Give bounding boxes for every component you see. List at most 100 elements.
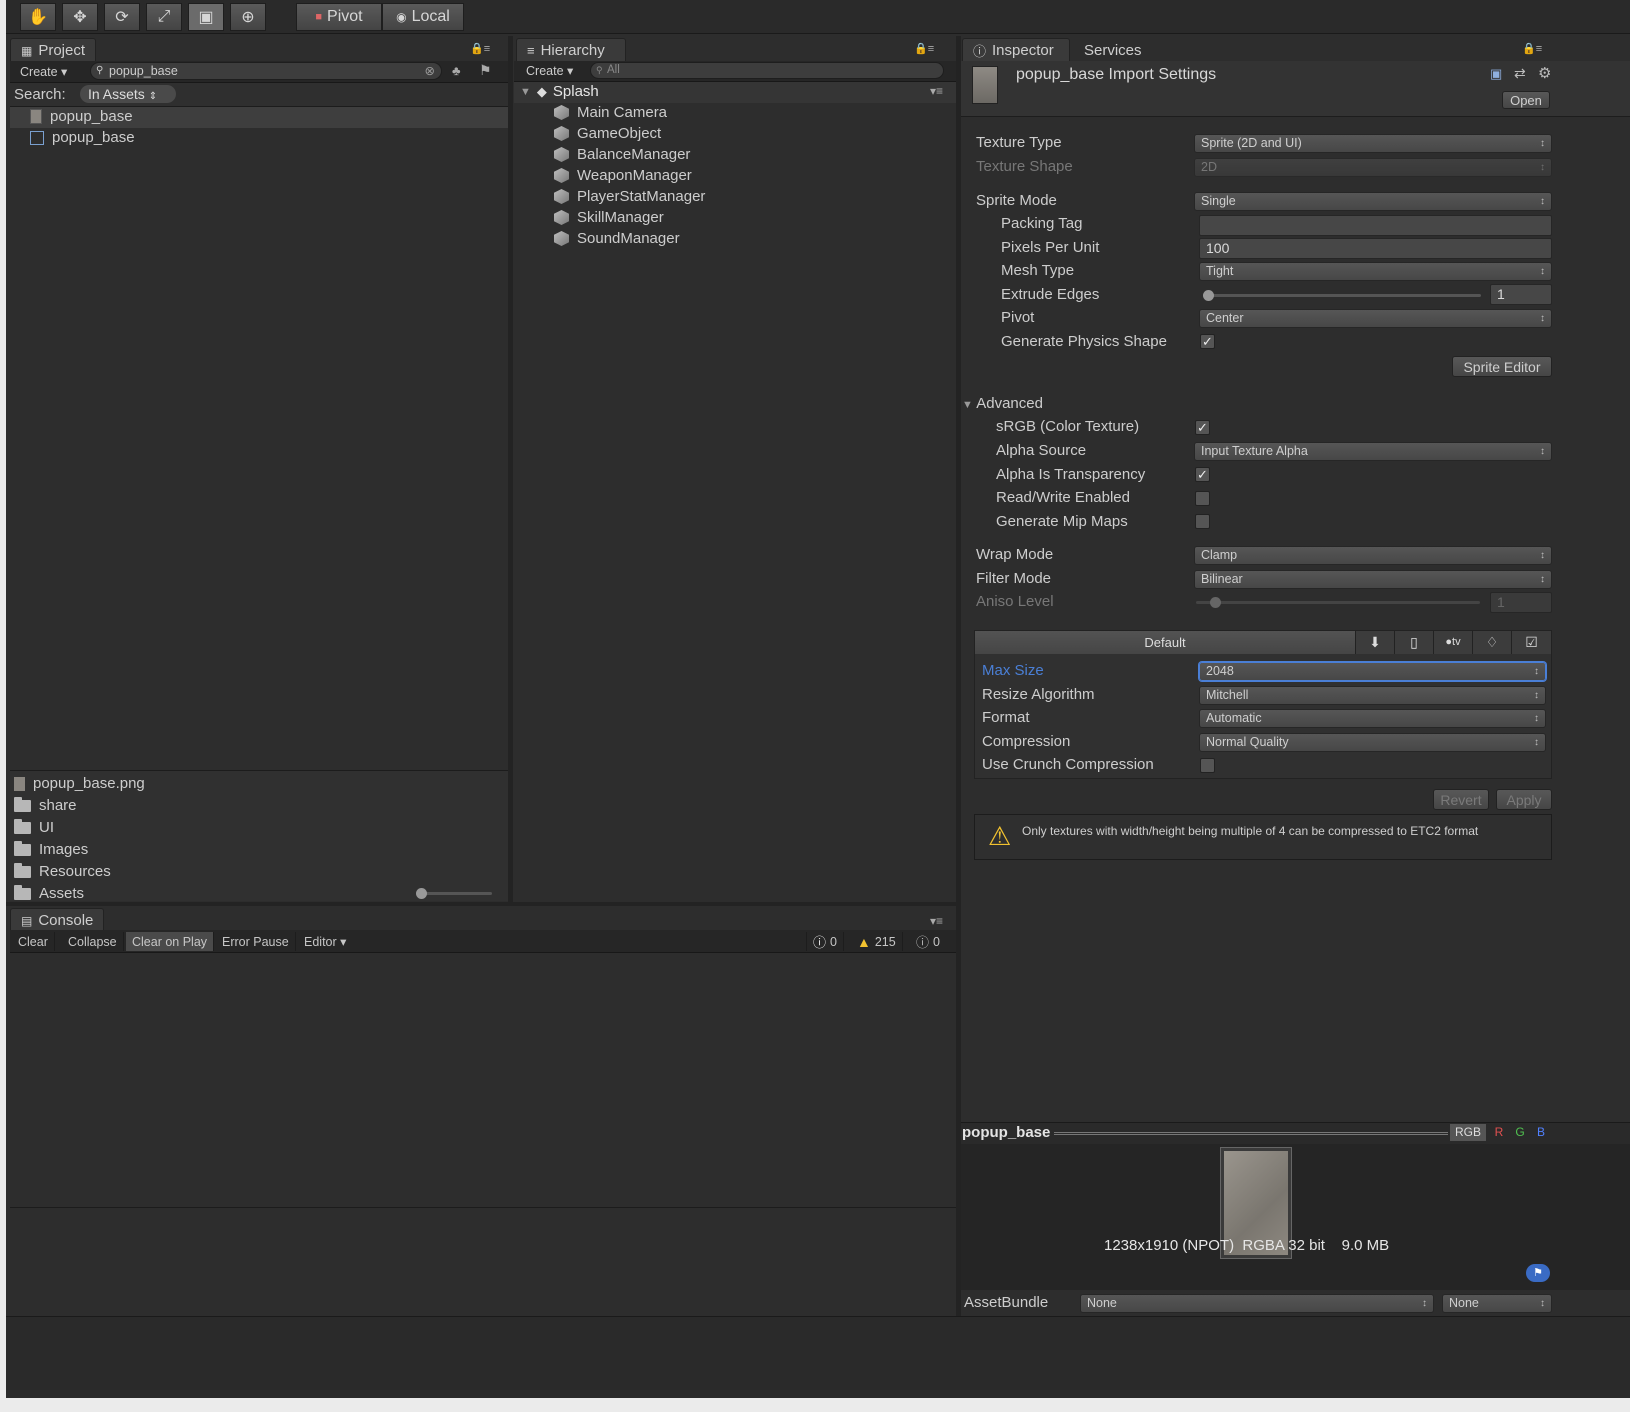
path-item-images[interactable]: Images (14, 840, 88, 858)
panel-splitter-1[interactable] (508, 36, 513, 902)
open-button[interactable]: Open (1502, 91, 1550, 109)
hierarchy-item[interactable]: WeaponManager (554, 167, 692, 184)
pivot-dropdown[interactable]: Center (1199, 309, 1552, 328)
platform-tab-android[interactable]: ♢ (1472, 631, 1511, 654)
move-tool-button[interactable]: ✥ (62, 3, 98, 31)
tab-console[interactable]: ▤ Console (10, 908, 104, 932)
search-scope-dropdown[interactable]: In Assets ⇕ (80, 85, 176, 103)
alpha-transparency-checkbox[interactable]: ✓ (1195, 467, 1210, 482)
rotate-tool-button[interactable]: ⟳ (104, 3, 140, 31)
platform-tab-ios[interactable]: ▯ (1394, 631, 1433, 654)
console-warnings-toggle[interactable]: ▲ 215 (851, 932, 903, 951)
aniso-level-slider (1196, 597, 1480, 608)
filter-by-type-icon[interactable]: ♣ (452, 63, 461, 78)
filter-by-label-icon[interactable]: ⚑ (479, 62, 492, 79)
mip-maps-checkbox[interactable] (1195, 514, 1210, 529)
path-item-assets[interactable]: Assets (14, 884, 84, 902)
rect-tool-button[interactable]: ▣ (188, 3, 224, 31)
max-size-dropdown[interactable]: 2048 (1199, 662, 1546, 681)
hierarchy-item[interactable]: BalanceManager (554, 146, 690, 163)
console-clear-button[interactable]: Clear (12, 932, 55, 951)
physics-shape-checkbox[interactable]: ✓ (1200, 334, 1215, 349)
project-create-button[interactable]: Create ▾ (20, 64, 67, 79)
label-tag-icon[interactable]: ⚑ (1526, 1264, 1550, 1282)
crunch-checkbox[interactable] (1200, 758, 1215, 773)
hierarchy-item[interactable]: SkillManager (554, 209, 664, 226)
assetbundle-variant-dropdown[interactable]: None (1442, 1294, 1552, 1313)
format-dropdown[interactable]: Automatic (1199, 709, 1546, 728)
channel-g-button[interactable]: G (1511, 1124, 1529, 1141)
hierarchy-item[interactable]: GameObject (554, 125, 661, 142)
console-error-pause-button[interactable]: Error Pause (216, 932, 296, 951)
channel-b-button[interactable]: B (1532, 1124, 1550, 1141)
hierarchy-item[interactable]: Main Camera (554, 104, 667, 121)
console-clear-on-play-button[interactable]: Clear on Play (126, 932, 215, 951)
tab-inspector[interactable]: ⓘ Inspector (962, 38, 1070, 62)
path-item-share[interactable]: share (14, 796, 77, 814)
assetbundle-name-dropdown[interactable]: None (1080, 1294, 1434, 1313)
foldout-arrow-icon[interactable]: ▼ (520, 86, 531, 98)
pivot-button[interactable]: ■ Pivot (296, 3, 382, 31)
hierarchy-create-button[interactable]: Create ▾ (526, 63, 573, 78)
console-collapse-button[interactable]: Collapse (62, 932, 124, 951)
extrude-edges-slider[interactable] (1203, 290, 1481, 301)
slider-thumb[interactable] (1203, 290, 1214, 301)
mesh-type-dropdown[interactable]: Tight (1199, 262, 1552, 281)
platform-tab-default[interactable]: Default (975, 631, 1355, 654)
scale-tool-button[interactable]: ⤢ (146, 3, 182, 31)
platform-tab-standalone[interactable]: ⬇ (1355, 631, 1394, 654)
transform-tool-button[interactable]: ⊕ (230, 3, 266, 31)
tab-hierarchy[interactable]: ≡ Hierarchy (516, 38, 626, 62)
lock-icon[interactable]: 🔒≡ (1522, 42, 1542, 55)
hierarchy-item[interactable]: PlayerStatManager (554, 188, 705, 205)
channel-rgb-button[interactable]: RGB (1450, 1124, 1486, 1141)
alpha-source-dropdown[interactable]: Input Texture Alpha (1194, 442, 1552, 461)
scene-splash[interactable]: ▼ ◆ Splash (520, 83, 599, 100)
filter-mode-dropdown[interactable]: Bilinear (1194, 570, 1552, 589)
icon-size-slider[interactable] (416, 888, 492, 899)
path-item-ui[interactable]: UI (14, 818, 54, 836)
hand-tool-button[interactable]: ✋ (20, 3, 56, 31)
apply-button[interactable]: Apply (1496, 789, 1552, 810)
settings-gear-icon[interactable]: ⚙ (1538, 64, 1551, 82)
revert-button[interactable]: Revert (1433, 789, 1489, 810)
resize-algorithm-dropdown[interactable]: Mitchell (1199, 686, 1546, 705)
clear-search-icon[interactable]: ⊗ (425, 63, 435, 79)
packing-tag-input[interactable] (1199, 215, 1552, 236)
sprite-editor-button[interactable]: Sprite Editor (1452, 356, 1552, 377)
lock-icon[interactable]: 🔒≡ (914, 42, 934, 55)
compression-dropdown[interactable]: Normal Quality (1199, 733, 1546, 752)
console-editor-dropdown[interactable]: Editor ▾ (298, 932, 352, 951)
hierarchy-item[interactable]: SoundManager (554, 230, 680, 247)
texture-icon (30, 109, 42, 124)
tab-project[interactable]: ▦ Project (10, 38, 96, 62)
tab-services[interactable]: Services (1074, 38, 1152, 62)
project-result-texture[interactable]: popup_base (30, 108, 133, 125)
console-errors-toggle[interactable]: ⓘ 0 (806, 932, 844, 951)
platform-tab-webgl[interactable]: ☑ (1511, 631, 1551, 654)
project-search-input[interactable]: ⚲ popup_base ⊗ (90, 62, 442, 80)
console-messages-toggle[interactable]: ⓘ 0 (910, 932, 946, 951)
advanced-foldout[interactable]: ▼ Advanced (962, 395, 1043, 412)
srgb-checkbox[interactable]: ✓ (1195, 420, 1210, 435)
read-write-checkbox[interactable] (1195, 491, 1210, 506)
ppu-input[interactable]: 100 (1199, 238, 1552, 259)
project-result-sprite[interactable]: popup_base (30, 129, 135, 146)
local-button[interactable]: ◉ Local (382, 3, 464, 31)
scene-menu-icon[interactable]: ▾≡ (930, 84, 943, 98)
console-menu-icon[interactable]: ▾≡ (930, 914, 943, 928)
preset-icon[interactable]: ⇄ (1514, 65, 1526, 82)
wrap-mode-dropdown[interactable]: Clamp (1194, 546, 1552, 565)
slider-thumb[interactable] (416, 888, 427, 899)
platform-tab-tvos[interactable]: ●tv (1433, 631, 1472, 654)
lock-icon[interactable]: 🔒≡ (470, 42, 490, 55)
path-item-png[interactable]: popup_base.png (14, 775, 145, 792)
preview-splitter[interactable] (1054, 1132, 1448, 1135)
help-icon[interactable]: ▣ (1490, 66, 1502, 82)
texture-type-dropdown[interactable]: Sprite (2D and UI) (1194, 134, 1552, 153)
extrude-edges-input[interactable]: 1 (1490, 284, 1552, 305)
path-item-resources[interactable]: Resources (14, 862, 111, 880)
channel-r-button[interactable]: R (1490, 1124, 1508, 1141)
hierarchy-search-input[interactable]: ⚲ All (590, 62, 944, 79)
sprite-mode-dropdown[interactable]: Single (1194, 192, 1552, 211)
